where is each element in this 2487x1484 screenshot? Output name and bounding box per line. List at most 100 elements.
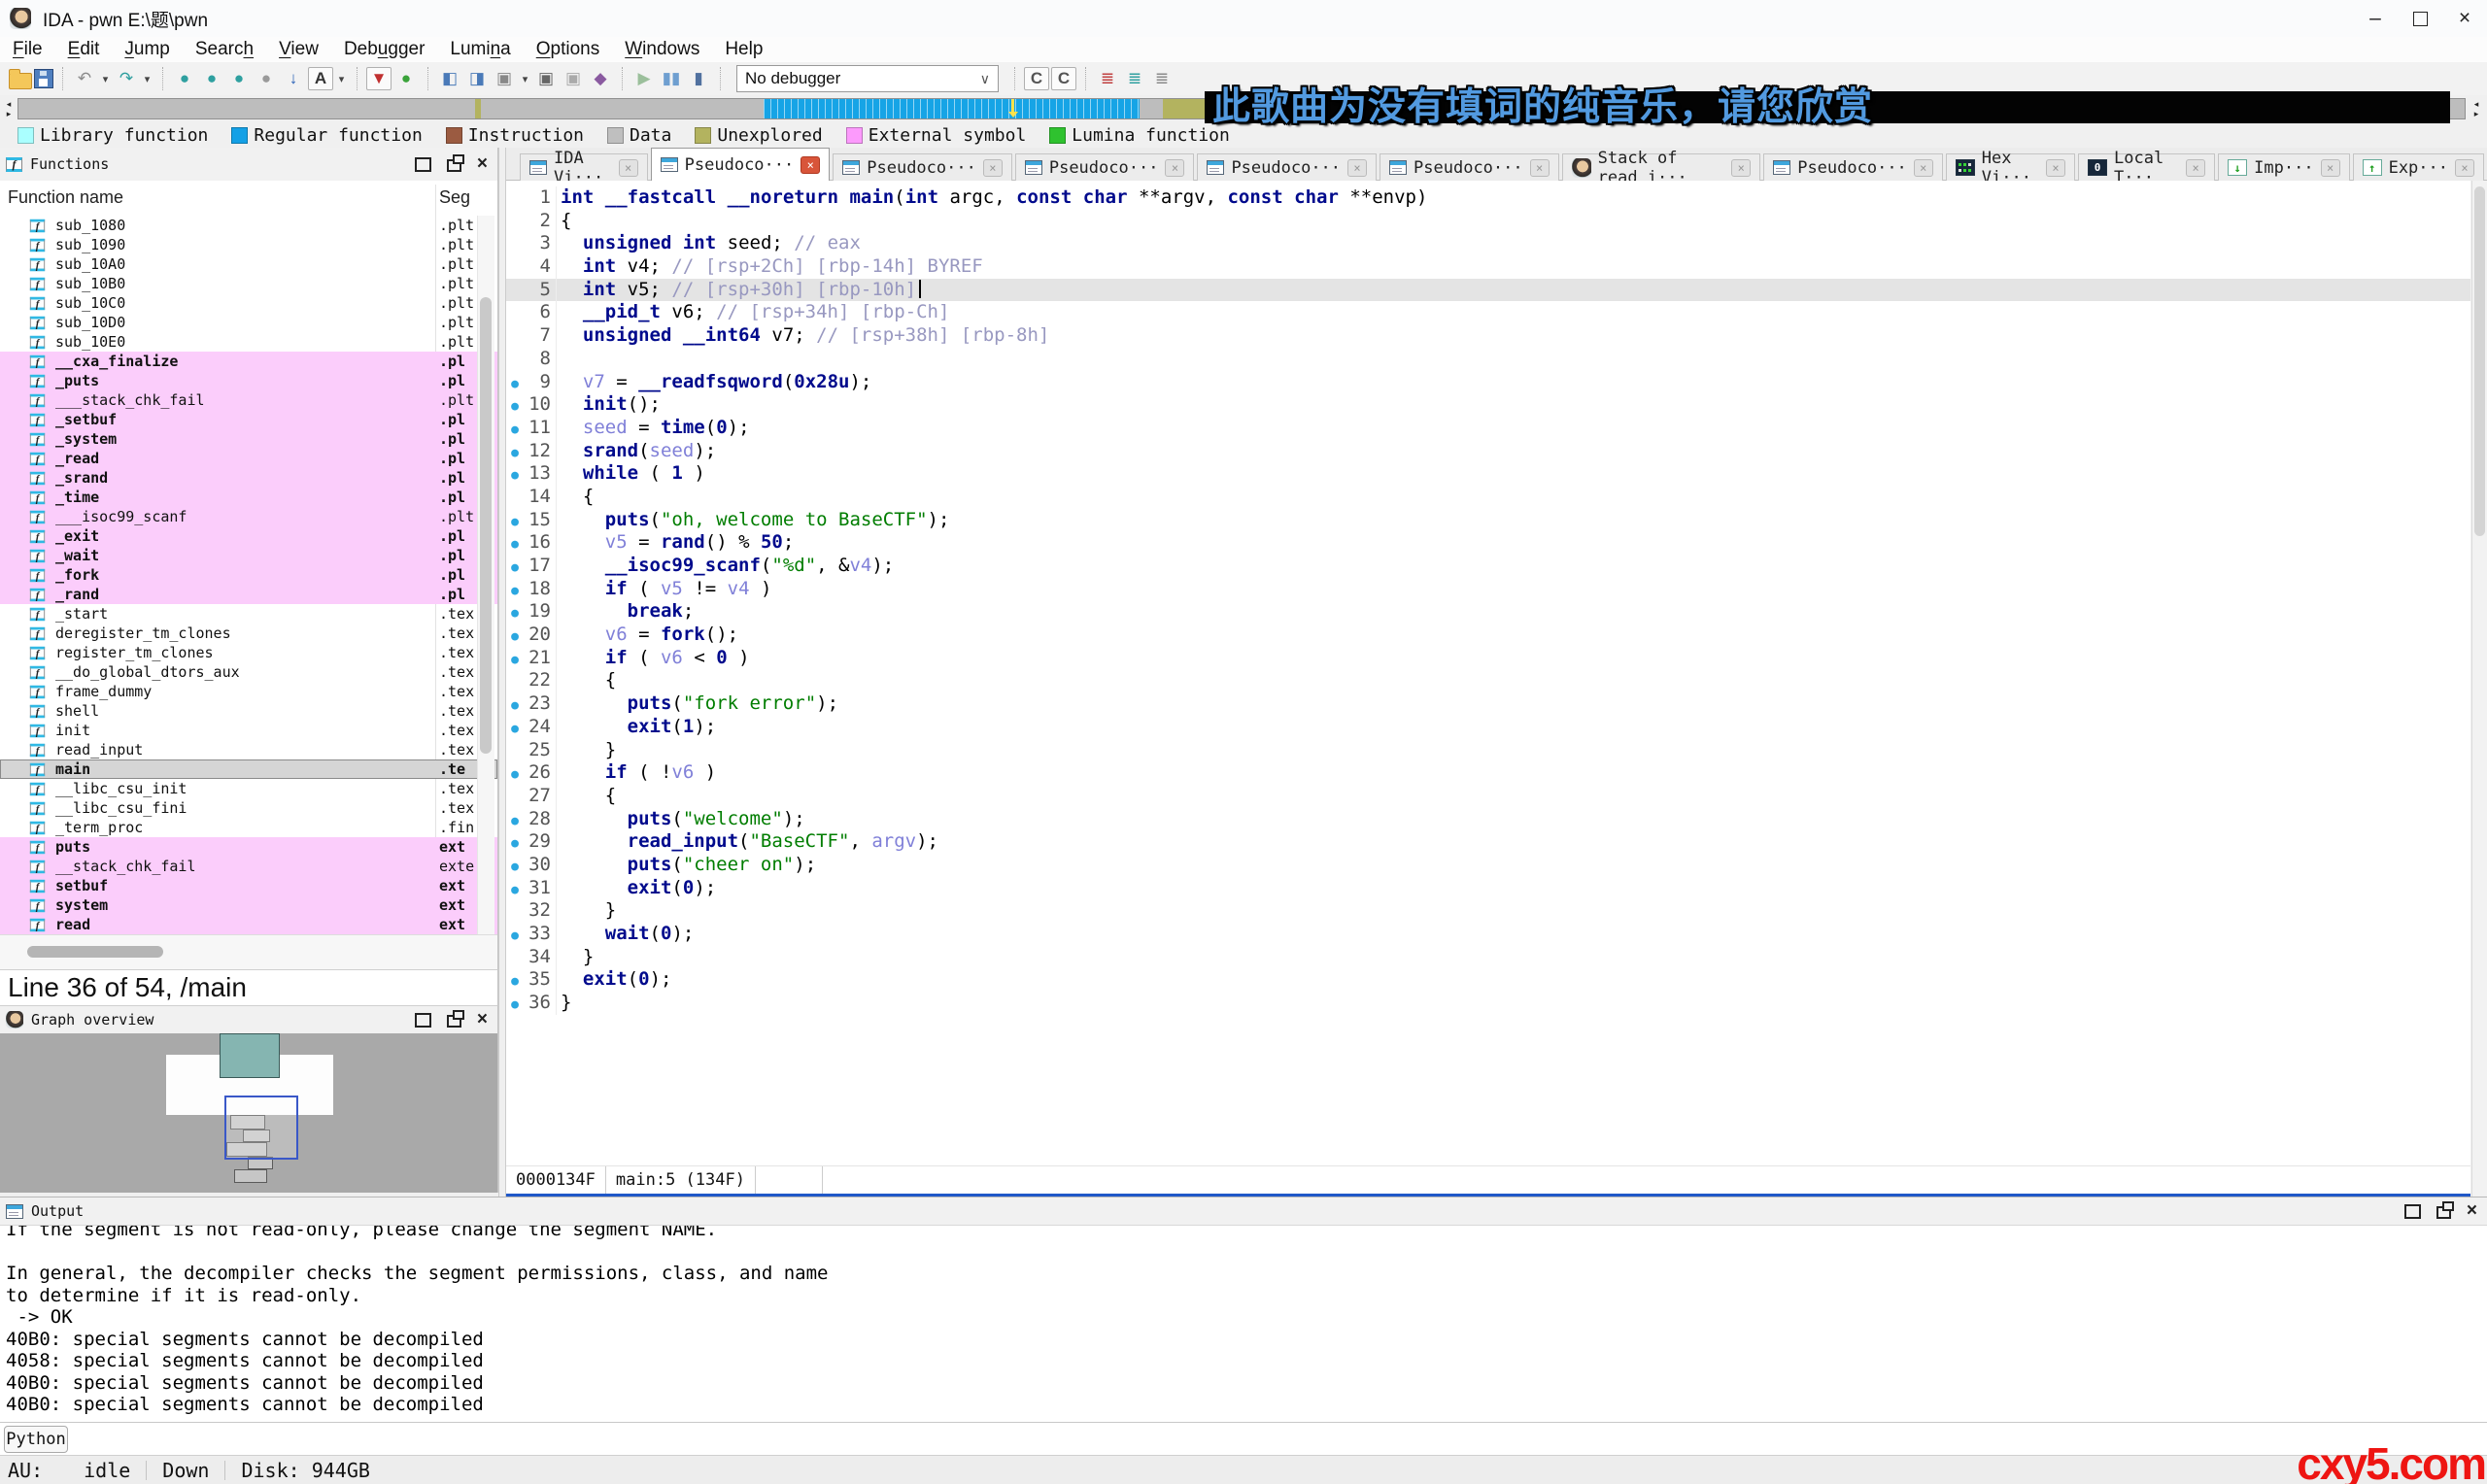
start-process-icon[interactable]: ▶ (631, 66, 657, 91)
function-row-_rand[interactable]: f_rand.pl (0, 585, 497, 604)
function-row-__stack_chk_fail[interactable]: f__stack_chk_failexte (0, 857, 497, 876)
function-row-__libc_csu_fini[interactable]: f__libc_csu_fini.tex (0, 798, 497, 818)
column-header-function-name[interactable]: Function name (8, 187, 123, 208)
panel-maximize-icon[interactable] (415, 1013, 431, 1028)
panel-close-icon[interactable]: × (477, 157, 488, 171)
tab-close-button[interactable]: × (1347, 159, 1367, 177)
tab-stack-of-read-input[interactable]: Stack of read_i···× (1562, 153, 1761, 181)
graph-overview-canvas[interactable] (0, 1033, 498, 1193)
cli-input[interactable] (74, 1426, 2477, 1455)
function-row-shell[interactable]: fshell.tex (0, 701, 497, 721)
panel-float-icon[interactable] (447, 159, 461, 172)
breakpoint-dropdown-icon[interactable]: ▾ (519, 66, 531, 91)
function-row-puts[interactable]: fputsext (0, 837, 497, 857)
menu-search[interactable]: Search (183, 39, 266, 60)
tab-exports[interactable]: ↑Exp···× (2353, 153, 2484, 181)
tab-close-button[interactable]: × (2455, 159, 2474, 177)
back-dropdown-icon[interactable]: ▾ (99, 66, 112, 91)
scrollbar-thumb[interactable] (480, 297, 492, 754)
function-row-___stack_chk_fail[interactable]: f___stack_chk_fail.plt (0, 390, 497, 410)
debugger-select[interactable]: No debugger∨ (736, 65, 999, 92)
function-row-_exit[interactable]: f_exit.pl (0, 526, 497, 546)
menu-options[interactable]: Options (524, 39, 612, 60)
run-analysis-icon[interactable]: ● (393, 66, 419, 91)
pause-process-icon[interactable]: ▮▮ (659, 66, 684, 91)
tab-close-button[interactable]: × (1165, 159, 1184, 177)
minimize-button[interactable]: – (2353, 0, 2398, 37)
pseudocode-view[interactable]: 1int __fastcall __noreturn main(int argc… (506, 181, 2470, 1165)
tab-close-button[interactable]: × (619, 159, 638, 177)
panel-close-icon[interactable]: × (2467, 1204, 2477, 1218)
menu-debugger[interactable]: Debugger (331, 39, 437, 60)
tab-pseudocode-b[interactable]: Pseudoco···× (833, 153, 1012, 181)
function-row-main[interactable]: fmain.te (0, 759, 497, 779)
tab-close-button[interactable]: × (2186, 159, 2205, 177)
function-row-read_input[interactable]: fread_input.tex (0, 740, 497, 759)
function-row-sub_10E0[interactable]: fsub_10E0.plt (0, 332, 497, 352)
function-row-sub_10A0[interactable]: fsub_10A0.plt (0, 254, 497, 274)
tab-pseudocode-d[interactable]: Pseudoco···× (1197, 153, 1377, 181)
tab-close-button[interactable]: × (1530, 159, 1550, 177)
function-row-_read[interactable]: f_read.pl (0, 449, 497, 468)
functions-horizontal-scrollbar[interactable] (0, 934, 498, 969)
function-row-deregister_tm_clones[interactable]: fderegister_tm_clones.tex (0, 624, 497, 643)
menu-jump[interactable]: Jump (112, 39, 182, 60)
band-scroll-left-icon[interactable]: ◂▸ (2, 98, 16, 119)
breakpoints-icon[interactable]: ◧ (437, 66, 462, 91)
output-list-gray-icon[interactable]: ≣ (1149, 66, 1175, 91)
back-history-icon[interactable]: ↶ (72, 66, 97, 91)
jump-address-icon[interactable]: ↓ (281, 66, 306, 91)
panel-close-icon[interactable]: × (477, 1013, 488, 1027)
function-row-_srand[interactable]: f_srand.pl (0, 468, 497, 488)
menu-edit[interactable]: Edit (55, 39, 113, 60)
tab-hex-view[interactable]: Hex Vi···× (1946, 153, 2075, 181)
function-row-_puts[interactable]: f_puts.pl (0, 371, 497, 390)
function-row-_time[interactable]: f_time.pl (0, 488, 497, 507)
names-list-icon[interactable]: A (308, 67, 333, 90)
tab-pseudocode-e[interactable]: Pseudoco···× (1380, 153, 1559, 181)
forward-dropdown-icon[interactable]: ▾ (141, 66, 153, 91)
stop-process-icon[interactable]: ▮ (686, 66, 711, 91)
close-button[interactable]: × (2442, 0, 2487, 37)
function-row-register_tm_clones[interactable]: fregister_tm_clones.tex (0, 643, 497, 662)
function-row-_setbuf[interactable]: f_setbuf.pl (0, 410, 497, 429)
cli-language-button[interactable]: Python (4, 1426, 68, 1453)
menu-lumina[interactable]: Lumina (437, 39, 523, 60)
output-list-teal-icon[interactable]: ≣ (1122, 66, 1147, 91)
tab-close-button[interactable]: × (801, 156, 820, 174)
menu-view[interactable]: View (266, 39, 331, 60)
forward-history-icon[interactable]: ↷ (114, 66, 139, 91)
script-snippets-icon[interactable]: C (1051, 67, 1076, 90)
function-row-system[interactable]: fsystemext (0, 895, 497, 915)
function-row-_term_proc[interactable]: f_term_proc.fin (0, 818, 497, 837)
function-row-_system[interactable]: f_system.pl (0, 429, 497, 449)
function-row-___isoc99_scanf[interactable]: f___isoc99_scanf.plt (0, 507, 497, 526)
tab-close-button[interactable]: × (2321, 159, 2340, 177)
function-row-init[interactable]: finit.tex (0, 721, 497, 740)
debugger-window-icon[interactable]: ▼ (366, 67, 392, 90)
function-row-_wait[interactable]: f_wait.pl (0, 546, 497, 565)
switch-debugger-icon[interactable]: ◆ (588, 66, 613, 91)
tab-close-button[interactable]: × (1914, 159, 1933, 177)
tab-ida-view[interactable]: IDA Vi···× (520, 153, 648, 181)
scrollbar-thumb[interactable] (2474, 186, 2485, 536)
function-row-__do_global_dtors_aux[interactable]: f__do_global_dtors_aux.tex (0, 662, 497, 682)
functions-vertical-scrollbar[interactable] (477, 216, 494, 934)
tab-pseudocode-c[interactable]: Pseudoco···× (1015, 153, 1195, 181)
data-window-icon[interactable]: ● (226, 66, 252, 91)
menu-windows[interactable]: Windows (612, 39, 712, 60)
function-row-_start[interactable]: f_start.tex (0, 604, 497, 624)
output-log[interactable]: If the segment is not read-only, please … (0, 1226, 2487, 1422)
menu-help[interactable]: Help (712, 39, 775, 60)
function-row-__libc_csu_init[interactable]: f__libc_csu_init.tex (0, 779, 497, 798)
tab-close-button[interactable]: × (1731, 159, 1751, 177)
run-script-icon[interactable]: C (1024, 67, 1049, 90)
menu-file[interactable]: File (0, 39, 55, 60)
scrollbar-thumb[interactable] (27, 946, 163, 958)
tab-local-types[interactable]: 0Local T···× (2078, 153, 2215, 181)
tab-pseudocode-f[interactable]: Pseudoco···× (1763, 153, 1943, 181)
names-dropdown-icon[interactable]: ▾ (335, 66, 348, 91)
function-row-sub_1090[interactable]: fsub_1090.plt (0, 235, 497, 254)
pseudocode-vertical-scrollbar[interactable] (2471, 181, 2487, 1197)
refresh-window-icon[interactable]: ● (254, 66, 279, 91)
